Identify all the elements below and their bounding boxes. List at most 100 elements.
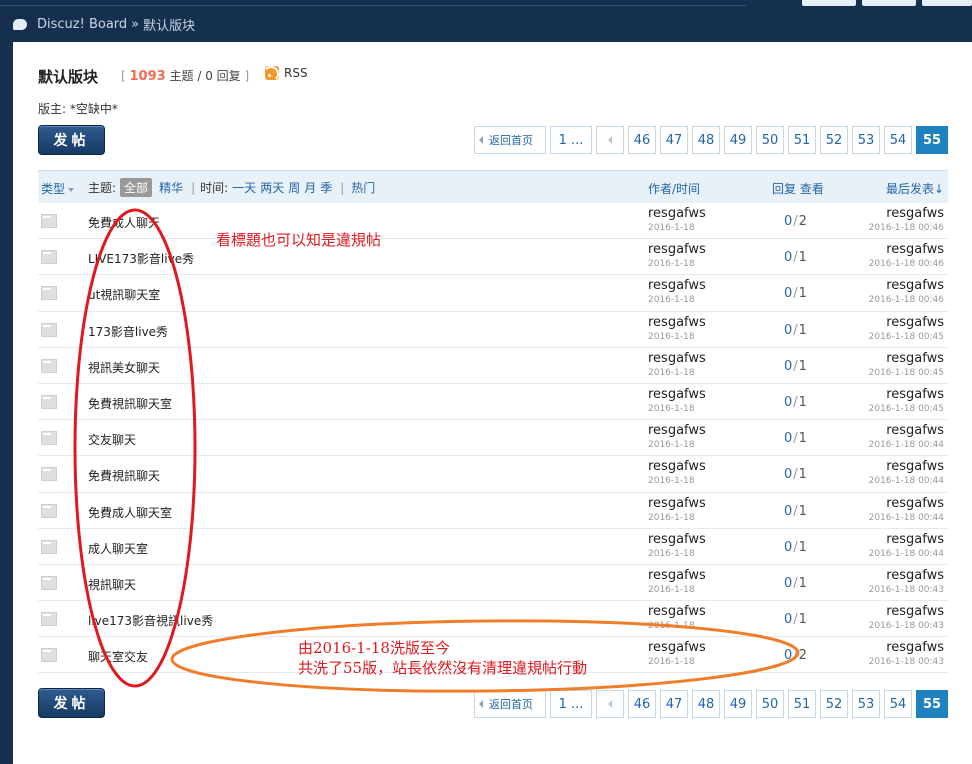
thread-author-link[interactable]: resgafws [648,459,706,474]
page-link[interactable]: 53 [852,690,880,718]
topbar-tab[interactable] [862,0,916,6]
last-poster-link[interactable]: resgafws [886,604,944,619]
thread-author-link[interactable]: resgafws [648,423,706,438]
page-first-link[interactable]: 1 ... [550,126,592,154]
thread-title-link[interactable]: ut視訊聊天室 [88,286,160,303]
last-post-time[interactable]: 2016-1-18 00:44 [869,440,944,450]
last-poster-link[interactable]: resgafws [886,459,944,474]
thread-author-link[interactable]: resgafws [648,532,706,547]
last-poster-link[interactable]: resgafws [886,423,944,438]
thread-title-link[interactable]: 視訊美女聊天 [88,359,160,376]
page-link[interactable]: 47 [660,126,688,154]
time-filter-month[interactable]: 月 [304,179,316,196]
last-poster-link[interactable]: resgafws [886,278,944,293]
last-poster-link[interactable]: resgafws [886,568,944,583]
page-link[interactable]: 51 [788,126,816,154]
new-post-button-bottom[interactable]: 发帖 [38,688,105,718]
last-poster-link[interactable]: resgafws [886,242,944,257]
page-link[interactable]: 49 [724,690,752,718]
time-filter-season[interactable]: 季 [320,179,332,196]
page-link[interactable]: 46 [628,690,656,718]
back-to-home-button[interactable]: 返回首页 [474,690,546,718]
last-post-time[interactable]: 2016-1-18 00:46 [869,259,944,269]
rss-link[interactable]: RSS [265,66,308,80]
filter-digest-link[interactable]: 精华 [159,179,183,196]
last-poster-link[interactable]: resgafws [886,387,944,402]
breadcrumb-forum-link[interactable]: 默认版块 [143,15,195,34]
folder-icon [41,358,57,373]
time-filter-week[interactable]: 周 [288,179,300,196]
last-post-time[interactable]: 2016-1-18 00:43 [869,585,944,595]
last-poster-link[interactable]: resgafws [886,206,944,221]
last-poster-link[interactable]: resgafws [886,496,944,511]
page-link[interactable]: 53 [852,126,880,154]
thread-title-link[interactable]: 視訊聊天 [88,576,136,593]
last-post-column-header[interactable]: 最后发表↓ [886,180,944,197]
thread-title-link[interactable]: 173影音live秀 [88,323,168,340]
new-post-button-top[interactable]: 发帖 [38,125,105,155]
page-link[interactable]: 52 [820,126,848,154]
thread-title-link[interactable]: 交友聊天 [88,431,136,448]
filter-all-button[interactable]: 全部 [120,178,153,197]
pagination-top: 返回首页 1 ... 46 47 48 49 50 51 52 53 54 55 [470,126,948,154]
time-filter-day[interactable]: 一天 [232,179,256,196]
last-post-time[interactable]: 2016-1-18 00:45 [869,332,944,342]
last-post-time[interactable]: 2016-1-18 00:46 [869,295,944,305]
page-link[interactable]: 50 [756,690,784,718]
thread-title-link[interactable]: live173影音視訊live秀 [88,612,213,629]
thread-title-link[interactable]: 免費成人聊天室 [88,504,172,521]
thread-author-link[interactable]: resgafws [648,315,706,330]
filter-hot-link[interactable]: 热门 [351,179,375,196]
page-link[interactable]: 52 [820,690,848,718]
last-post-time[interactable]: 2016-1-18 00:44 [869,513,944,523]
thread-date: 2016-1-18 [648,584,695,595]
thread-author-link[interactable]: resgafws [648,351,706,366]
last-post-time[interactable]: 2016-1-18 00:44 [869,476,944,486]
thread-title-link[interactable]: 免費成人聊天 [88,214,160,231]
last-post-time[interactable]: 2016-1-18 00:45 [869,404,944,414]
author-column-header[interactable]: 作者/时间 [648,180,700,197]
last-post-time[interactable]: 2016-1-18 00:46 [869,223,944,233]
thread-author-link[interactable]: resgafws [648,568,706,583]
page-link[interactable]: 50 [756,126,784,154]
table-row: live173影音視訊live秀 resgafws 2016-1-18 0/1 resg… [38,601,948,638]
prev-page-button[interactable] [596,690,624,718]
page-link[interactable]: 51 [788,690,816,718]
type-filter-dropdown[interactable]: 类型 [41,180,75,197]
last-poster-link[interactable]: resgafws [886,640,944,655]
thread-author-link[interactable]: resgafws [648,604,706,619]
time-filter-two-days[interactable]: 两天 [260,179,284,196]
last-post-time[interactable]: 2016-1-18 00:43 [869,621,944,631]
last-poster-link[interactable]: resgafws [886,532,944,547]
page-link[interactable]: 54 [884,690,912,718]
last-poster-link[interactable]: resgafws [886,351,944,366]
thread-author-link[interactable]: resgafws [648,278,706,293]
last-poster-link[interactable]: resgafws [886,315,944,330]
page-link[interactable]: 48 [692,126,720,154]
last-post-time[interactable]: 2016-1-18 00:45 [869,368,944,378]
thread-title-link[interactable]: 聊天室交友 [88,648,148,665]
thread-author-link[interactable]: resgafws [648,206,706,221]
thread-author-link[interactable]: resgafws [648,242,706,257]
last-post-time[interactable]: 2016-1-18 00:44 [869,549,944,559]
thread-author-link[interactable]: resgafws [648,387,706,402]
reply-view-column-header[interactable]: 回复 查看 [772,180,824,197]
page-link[interactable]: 48 [692,690,720,718]
topbar-tab[interactable] [802,0,856,6]
thread-title-link[interactable]: LIVE173影音live秀 [88,250,194,267]
topbar-tab[interactable] [922,0,972,6]
thread-title-link[interactable]: 免費視訊聊天 [88,467,160,484]
breadcrumb-home-link[interactable]: Discuz! Board [37,17,127,32]
page-link[interactable]: 49 [724,126,752,154]
thread-title-link[interactable]: 成人聊天室 [88,540,148,557]
thread-title-link[interactable]: 免費視訊聊天室 [88,395,172,412]
page-link[interactable]: 54 [884,126,912,154]
page-link[interactable]: 46 [628,126,656,154]
last-post-time[interactable]: 2016-1-18 00:43 [869,657,944,667]
page-first-link[interactable]: 1 ... [550,690,592,718]
prev-page-button[interactable] [596,126,624,154]
thread-author-link[interactable]: resgafws [648,640,706,655]
page-link[interactable]: 47 [660,690,688,718]
back-to-home-button[interactable]: 返回首页 [474,126,546,154]
thread-author-link[interactable]: resgafws [648,496,706,511]
